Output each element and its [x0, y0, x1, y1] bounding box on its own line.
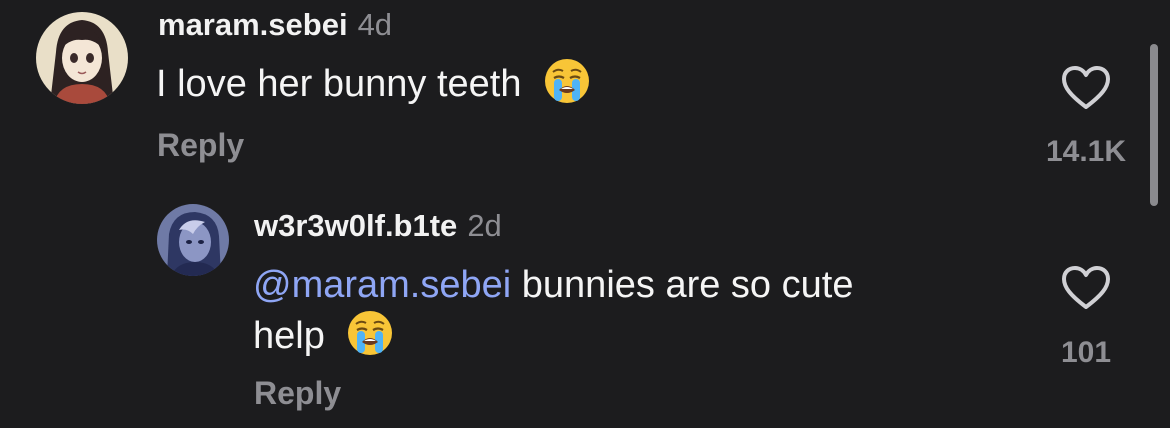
avatar[interactable]	[157, 204, 229, 276]
comment-timestamp: 4d	[357, 7, 393, 42]
like-count: 101	[1060, 336, 1112, 369]
comment-body-line1: bunnies are so cute	[521, 264, 854, 306]
comment-text: I love her bunny teeth	[156, 58, 590, 109]
username-text[interactable]: w3r3w0lf.b1te	[254, 208, 457, 243]
character-avatar-icon	[157, 204, 229, 276]
heart-icon[interactable]	[1060, 64, 1112, 110]
anime-girl-avatar-icon	[36, 12, 128, 104]
reply-button[interactable]: Reply	[254, 375, 341, 412]
heart-icon[interactable]	[1060, 264, 1112, 310]
like-count: 14.1K	[1045, 135, 1127, 168]
comment-username[interactable]: w3r3w0lf.b1te 2d	[254, 208, 502, 244]
comment-username[interactable]: maram.sebei 4d	[158, 7, 392, 43]
reply-button[interactable]: Reply	[157, 127, 244, 164]
username-text[interactable]: maram.sebei	[158, 7, 348, 42]
loudly-crying-face-icon	[545, 59, 590, 103]
comment-text: @maram.sebei bunnies are so cute help	[253, 260, 853, 361]
scrollbar[interactable]	[1150, 44, 1158, 206]
avatar[interactable]	[36, 12, 128, 104]
loudly-crying-face-icon	[348, 311, 393, 355]
mention-link[interactable]: @maram.sebei	[253, 264, 511, 306]
comment-body-line2: help	[253, 315, 325, 357]
comment-timestamp: 2d	[467, 208, 502, 243]
comment-body: I love her bunny teeth	[156, 63, 522, 105]
